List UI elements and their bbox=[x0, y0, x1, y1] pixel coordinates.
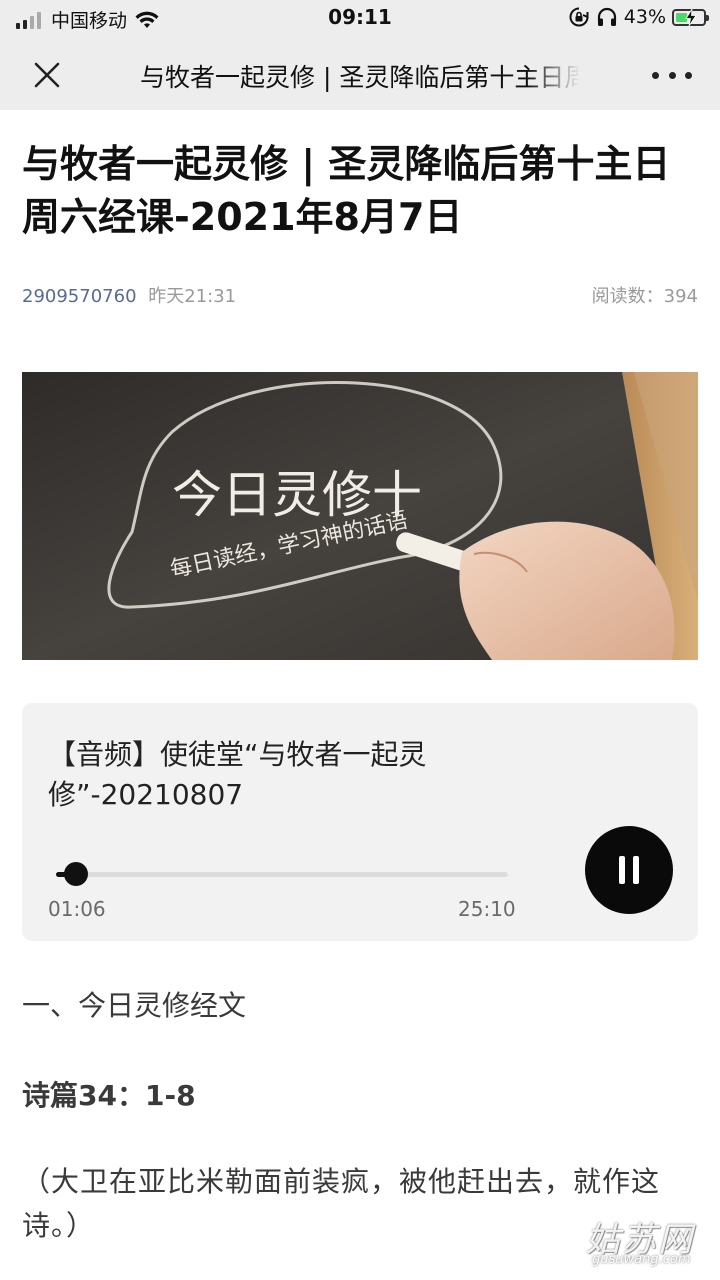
battery-charging-icon bbox=[672, 8, 709, 26]
read-count-label: 阅读数： bbox=[591, 286, 664, 307]
audio-player[interactable]: 【音频】使徒堂“与牧者一起灵修”-20210807 01:06 25:10 bbox=[22, 703, 698, 941]
close-icon[interactable] bbox=[30, 58, 64, 92]
battery-percent: 43% bbox=[623, 6, 666, 28]
pause-icon bbox=[619, 856, 625, 884]
article-meta: 2909570760 昨天21:31 阅读数：394 bbox=[22, 282, 698, 308]
nav-bar: 与牧者一起灵修 | 圣灵降临后第十主日周六经课-2021年8月7日 bbox=[0, 38, 720, 110]
headphones-icon bbox=[597, 7, 616, 26]
watermark-url: gusuwang.com bbox=[592, 1252, 691, 1267]
site-watermark: 姑苏网 gusuwang.com bbox=[586, 1212, 710, 1274]
status-bar: 中国移动 09:11 43% bbox=[0, 0, 720, 38]
audio-current-time: 01:06 bbox=[48, 897, 106, 921]
article-title: 与牧者一起灵修 | 圣灵降临后第十主日周六经课-2021年8月7日 bbox=[22, 142, 671, 239]
publish-date: 昨天21:31 bbox=[148, 286, 237, 307]
read-count: 阅读数：394 bbox=[592, 282, 698, 308]
audio-progress-bar[interactable] bbox=[56, 862, 508, 886]
rotation-lock-icon bbox=[569, 7, 589, 27]
cover-image: 今日灵修十 每日读经，学习神的话语 bbox=[22, 372, 698, 660]
section-heading: 一、今日灵修经文 bbox=[22, 989, 247, 1022]
pause-button[interactable] bbox=[585, 826, 673, 914]
author-link[interactable]: 2909570760 bbox=[22, 286, 137, 307]
audio-total-time: 25:10 bbox=[458, 897, 516, 921]
more-icon[interactable] bbox=[652, 68, 692, 82]
scripture-reference: 诗篇34：1-8 bbox=[22, 1079, 196, 1112]
nav-title: 与牧者一起灵修 | 圣灵降临后第十主日周六经课-2021年8月7日 bbox=[140, 63, 580, 92]
status-right: 43% bbox=[568, 6, 709, 28]
read-count-value: 394 bbox=[663, 286, 698, 307]
audio-progress-knob[interactable] bbox=[63, 862, 88, 886]
audio-title: 【音频】使徒堂“与牧者一起灵修”-20210807 bbox=[48, 738, 427, 811]
